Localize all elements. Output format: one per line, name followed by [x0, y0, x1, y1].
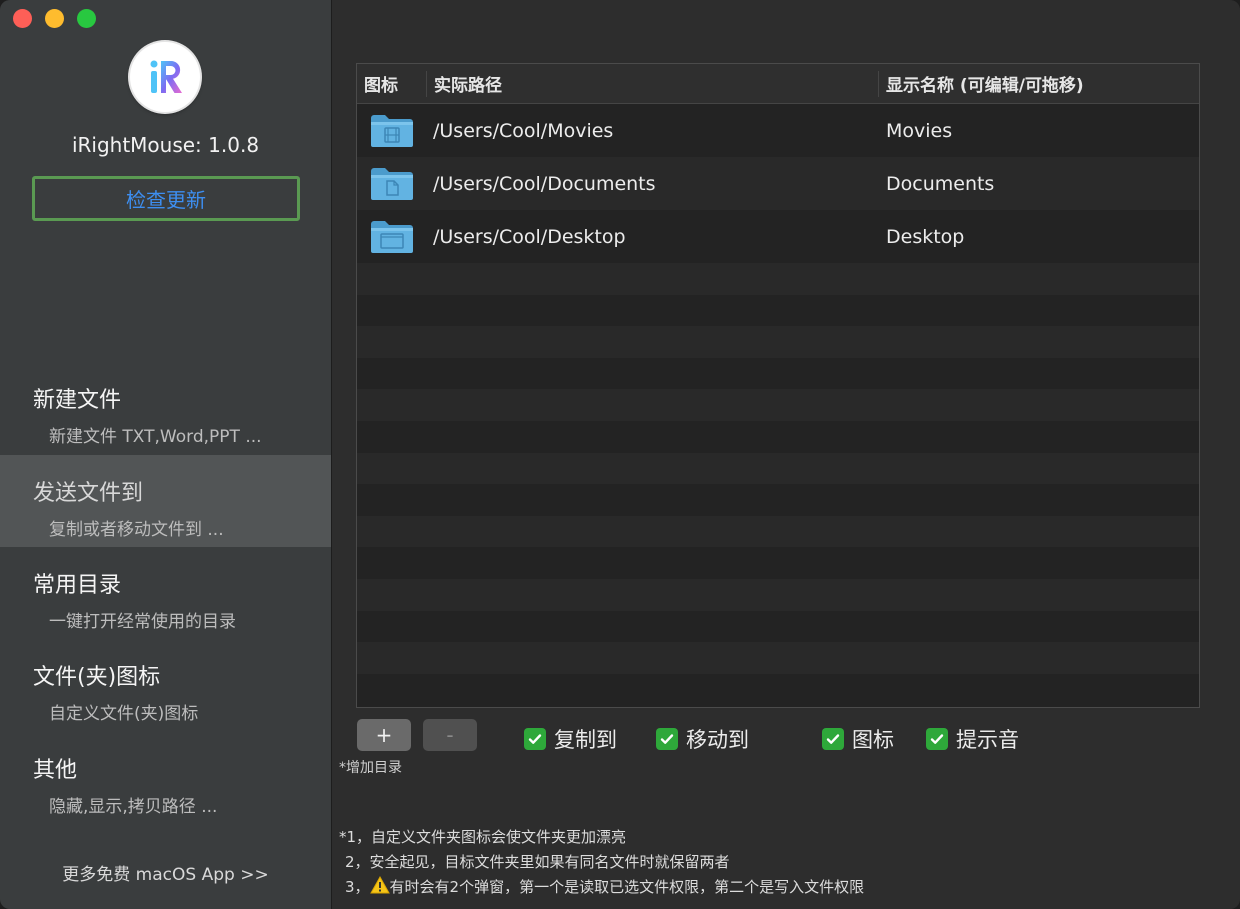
nav-item-title: 常用目录: [33, 573, 122, 598]
app-window: iRightMouse: 1.0.8 检查更新 新建文件 新建文件 TXT,Wo…: [0, 0, 1240, 909]
minimize-window-button[interactable]: [45, 9, 64, 28]
check-update-button[interactable]: 检查更新: [32, 176, 300, 221]
warning-icon: [369, 875, 390, 902]
main-panel: 图标 实际路径 显示名称 (可编辑/可拖移) /Users/Cool/Movie…: [332, 0, 1240, 909]
nav-item-subtitle: 隐藏,显示,拷贝路径 ...: [49, 797, 218, 817]
note-line: 2，安全起见，目标文件夹里如果有同名文件时就保留两者: [345, 853, 730, 871]
sidebar: iRightMouse: 1.0.8 检查更新 新建文件 新建文件 TXT,Wo…: [0, 0, 332, 909]
note-text: 有时会有2个弹窗，第一个是读取已选文件权限，第二个是写入文件权限: [389, 878, 865, 896]
checkbox-label: 移动到: [686, 728, 749, 752]
table-header: 图标 实际路径 显示名称 (可编辑/可拖移): [357, 64, 1199, 104]
desktop-folder-icon: [357, 219, 427, 255]
documents-folder-icon: [357, 166, 427, 202]
checkbox-label: 提示音: [956, 728, 1019, 752]
table-row[interactable]: /Users/Cool/Documents Documents: [357, 157, 1199, 210]
checkbox-label: 复制到: [554, 728, 617, 752]
nav-item-title: 文件(夹)图标: [33, 665, 161, 690]
add-directory-hint: *增加目录: [339, 760, 402, 776]
note-line: 3， 有时会有2个弹窗，第一个是读取已选文件权限，第二个是写入文件权限: [339, 875, 864, 902]
add-directory-button[interactable]: +: [357, 719, 411, 751]
app-logo-icon: [130, 42, 200, 112]
checkmark-icon: [524, 728, 546, 750]
window-controls: [13, 9, 96, 28]
empty-rows: [357, 263, 1199, 706]
note-prefix: 3，: [345, 878, 370, 896]
nav-item-other[interactable]: 其他 隐藏,显示,拷贝路径 ...: [0, 732, 331, 824]
nav-item-subtitle: 复制或者移动文件到 ...: [49, 520, 224, 540]
table-row[interactable]: /Users/Cool/Desktop Desktop: [357, 210, 1199, 263]
move-to-checkbox[interactable]: 移动到: [656, 724, 749, 754]
table-body: /Users/Cool/Movies Movies /Users/Cool/Do…: [357, 104, 1199, 263]
remove-directory-button[interactable]: -: [423, 719, 477, 751]
checkbox-label: 图标: [852, 728, 894, 752]
app-version-label: iRightMouse: 1.0.8: [71, 133, 260, 157]
nav-item-subtitle: 自定义文件(夹)图标: [49, 704, 199, 724]
movies-folder-icon: [357, 113, 427, 149]
nav-item-folder-icons[interactable]: 文件(夹)图标 自定义文件(夹)图标: [0, 639, 331, 731]
nav-item-subtitle: 新建文件 TXT,Word,PPT ...: [49, 427, 262, 447]
checkmark-icon: [926, 728, 948, 750]
note-line: *1，自定义文件夹图标会使文件夹更加漂亮: [339, 828, 627, 846]
table-row[interactable]: /Users/Cool/Movies Movies: [357, 104, 1199, 157]
row-display-name[interactable]: Desktop: [879, 226, 1199, 248]
destinations-table: 图标 实际路径 显示名称 (可编辑/可拖移) /Users/Cool/Movie…: [356, 63, 1200, 708]
row-display-name[interactable]: Movies: [879, 120, 1199, 142]
icon-checkbox[interactable]: 图标: [822, 724, 894, 754]
column-header-path[interactable]: 实际路径: [427, 70, 879, 97]
checkmark-icon: [656, 728, 678, 750]
row-path: /Users/Cool/Documents: [433, 172, 656, 195]
sound-checkbox[interactable]: 提示音: [926, 724, 1019, 754]
zoom-window-button[interactable]: [77, 9, 96, 28]
nav-item-send-to[interactable]: 发送文件到 复制或者移动文件到 ...: [0, 455, 331, 547]
nav-item-title: 新建文件: [33, 388, 122, 413]
row-path: /Users/Cool/Desktop: [433, 225, 626, 248]
copy-to-checkbox[interactable]: 复制到: [524, 724, 617, 754]
nav-item-title: 发送文件到: [33, 481, 144, 506]
column-header-name[interactable]: 显示名称 (可编辑/可拖移): [879, 64, 1199, 103]
nav-item-new-file[interactable]: 新建文件 新建文件 TXT,Word,PPT ...: [0, 362, 331, 454]
nav-item-common-dirs[interactable]: 常用目录 一键打开经常使用的目录: [0, 547, 331, 639]
more-apps-link[interactable]: 更多免费 macOS App >>: [0, 860, 331, 885]
notes: *1，自定义文件夹图标会使文件夹更加漂亮 2，安全起见，目标文件夹里如果有同名文…: [339, 825, 864, 902]
row-display-name[interactable]: Documents: [879, 173, 1199, 195]
checkmark-icon: [822, 728, 844, 750]
row-path: /Users/Cool/Movies: [433, 119, 614, 142]
nav-item-subtitle: 一键打开经常使用的目录: [49, 612, 236, 632]
nav-item-title: 其他: [33, 758, 78, 783]
close-window-button[interactable]: [13, 9, 32, 28]
column-header-icon[interactable]: 图标: [357, 70, 427, 97]
